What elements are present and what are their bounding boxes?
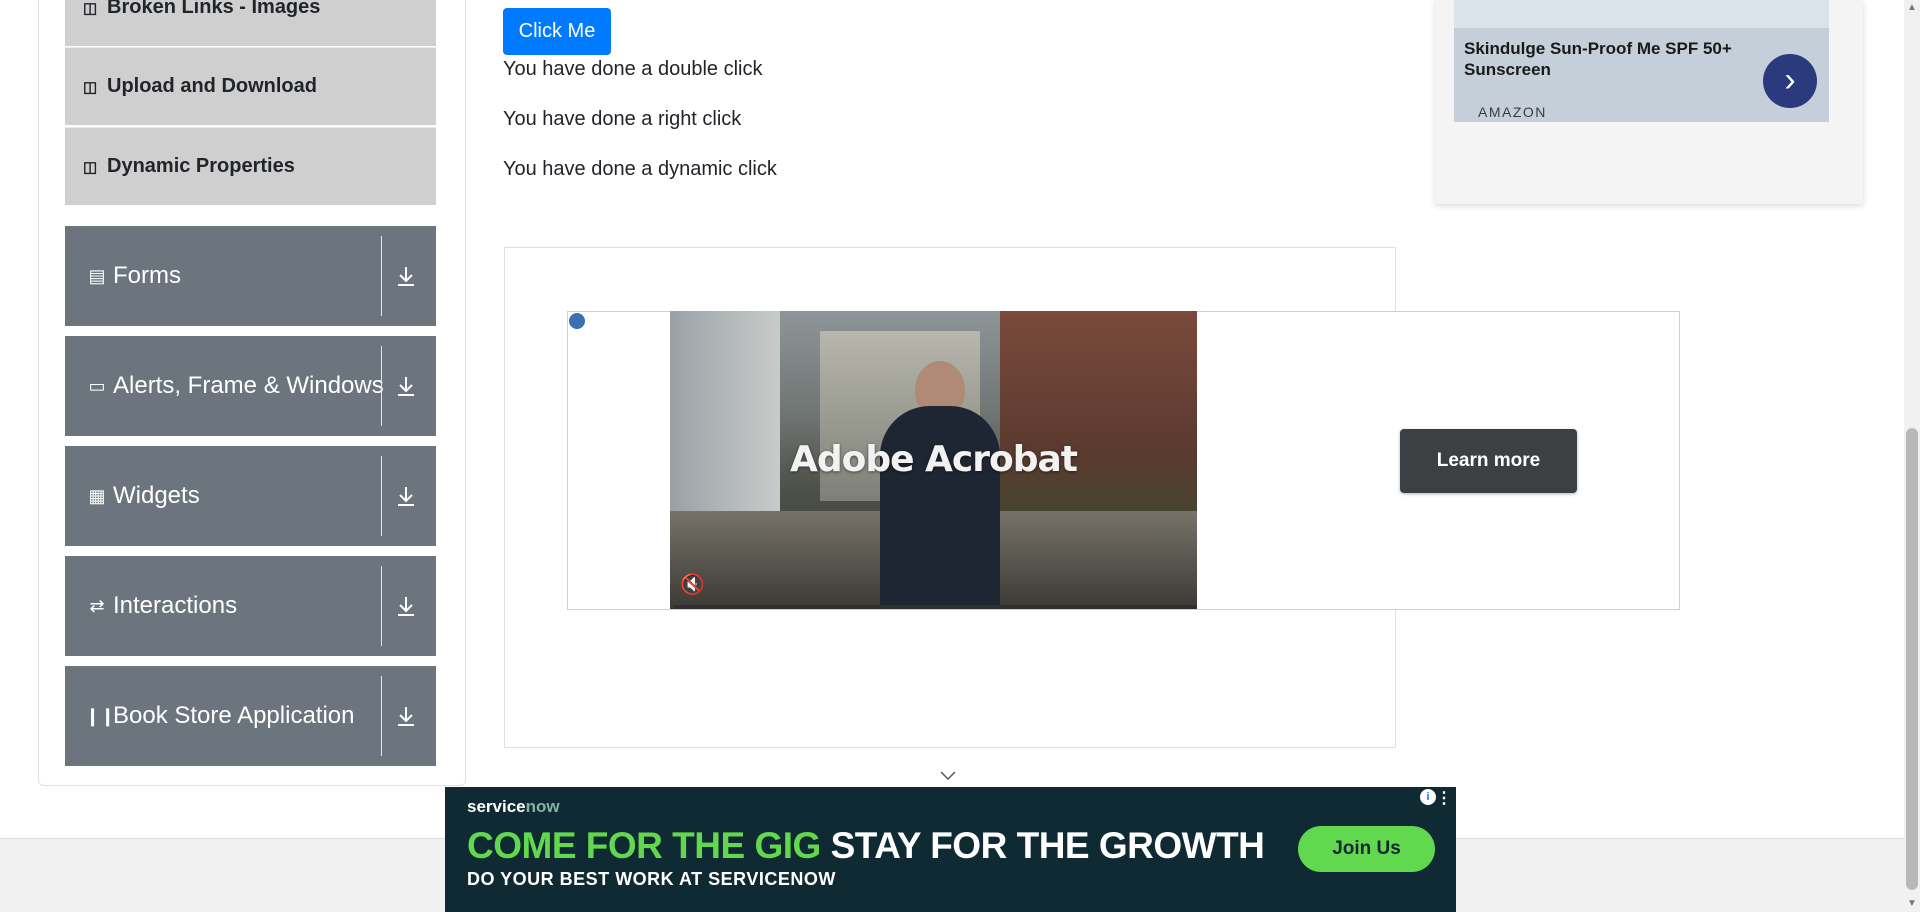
info-icon[interactable]: i: [1420, 789, 1436, 805]
sidebar-item-label: Upload and Download: [107, 75, 317, 97]
divider: [381, 346, 382, 426]
group-label: Book Store Application: [113, 702, 355, 729]
scroll-up-arrow-icon[interactable]: ▲: [1904, 0, 1920, 16]
divider: [381, 566, 382, 646]
ad-brand-text: Adobe Acrobat: [789, 439, 1078, 480]
divider: [381, 456, 382, 536]
group-label: Alerts, Frame & Windows: [113, 372, 384, 399]
group-label: Forms: [113, 262, 181, 289]
servicenow-logo: servicenow: [467, 797, 560, 816]
sidebar-group-book-store[interactable]: ❙❙ Book Store Application: [65, 666, 436, 766]
right-click-message: You have done a right click: [503, 108, 742, 130]
divider: [381, 236, 382, 316]
product-source: AMAZON: [1478, 104, 1547, 120]
chevron-down-icon[interactable]: [939, 770, 957, 782]
group-label: Interactions: [113, 592, 238, 619]
sidebar-item-dynamic-properties[interactable]: ◫ Dynamic Properties: [65, 127, 436, 205]
html5-icon: ◫: [83, 158, 98, 176]
banner-ad[interactable]: servicenow COME FOR THE GIG STAY FOR THE…: [445, 787, 1456, 912]
learn-more-button[interactable]: Learn more: [1400, 429, 1577, 493]
sidebar-item-label: Dynamic Properties: [107, 155, 295, 177]
divider: [381, 676, 382, 756]
adchoices-icon[interactable]: [569, 313, 585, 329]
product-ad[interactable]: Skindulge Sun-Proof Me SPF 50+ Sunscreen…: [1435, 0, 1863, 204]
chevron-right-icon[interactable]: ›: [1763, 54, 1817, 108]
scrollbar-thumb[interactable]: [1906, 428, 1918, 890]
books-icon: ❙❙: [85, 705, 116, 726]
download-icon[interactable]: [395, 484, 417, 508]
group-label: Widgets: [113, 482, 200, 509]
sidebar-group-alerts[interactable]: ▭ Alerts, Frame & Windows: [65, 336, 436, 436]
widgets-icon: ▦: [88, 485, 106, 506]
sidebar-group-forms[interactable]: ▤ Forms: [65, 226, 436, 326]
banner-subline: DO YOUR BEST WORK AT SERVICENOW: [467, 869, 836, 889]
scroll-down-arrow-icon[interactable]: ▼: [1904, 896, 1920, 912]
mute-icon[interactable]: 🔇: [680, 572, 705, 597]
double-click-message: You have done a double click: [503, 58, 763, 80]
click-me-button[interactable]: Click Me: [503, 8, 611, 55]
interactions-icon: ⇄: [89, 595, 105, 616]
more-options-icon[interactable]: ⋮: [1436, 788, 1452, 808]
html5-icon: ◫: [83, 78, 98, 96]
ad-video-player[interactable]: Adobe Acrobat 🔇: [670, 311, 1197, 609]
sidebar-group-widgets[interactable]: ▦ Widgets: [65, 446, 436, 546]
sidebar-item-broken-links[interactable]: ◫ Broken Links - Images: [65, 0, 436, 46]
sidebar-group-interactions[interactable]: ⇄ Interactions: [65, 556, 436, 656]
sidebar-item-upload-download[interactable]: ◫ Upload and Download: [65, 47, 436, 125]
download-icon[interactable]: [395, 264, 417, 288]
dynamic-click-message: You have done a dynamic click: [503, 158, 777, 180]
sidebar-item-label: Broken Links - Images: [107, 0, 321, 18]
video-progress-bar: [674, 605, 1197, 609]
html5-icon: ◫: [83, 0, 98, 17]
window-icon: ▭: [88, 375, 106, 396]
document-icon: ▤: [88, 265, 106, 286]
join-us-button[interactable]: Join Us: [1298, 826, 1435, 872]
product-image: [1454, 0, 1829, 28]
download-icon[interactable]: [395, 374, 417, 398]
download-icon[interactable]: [395, 704, 417, 728]
product-title: Skindulge Sun-Proof Me SPF 50+ Sunscreen: [1464, 39, 1732, 79]
banner-headline: COME FOR THE GIG STAY FOR THE GROWTH: [467, 825, 1265, 866]
download-icon[interactable]: [395, 594, 417, 618]
